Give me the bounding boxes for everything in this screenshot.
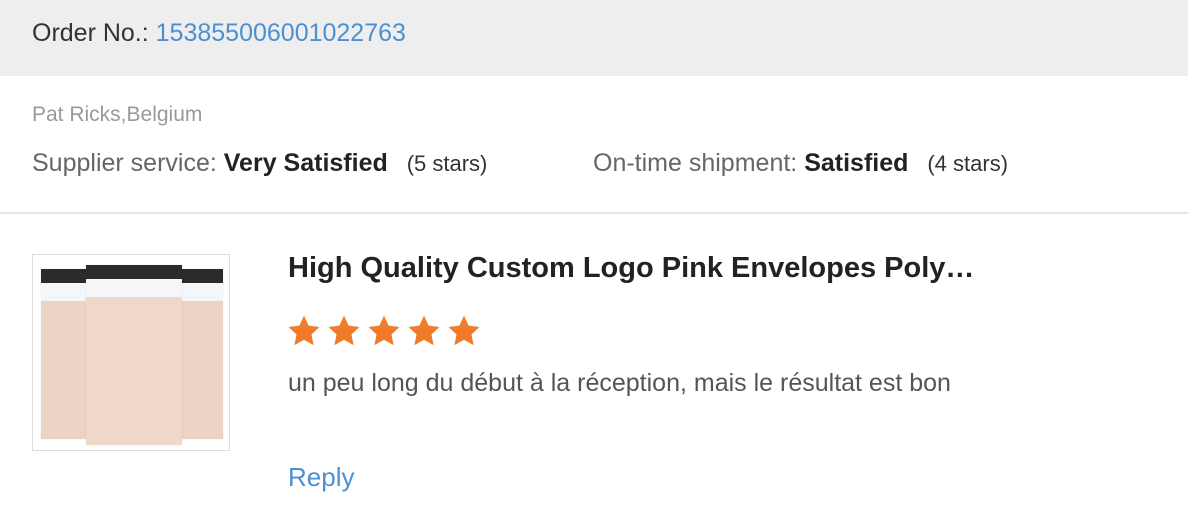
order-label: Order No.: 153855006001022763 <box>32 19 406 48</box>
section-divider <box>0 212 1188 214</box>
on-time-shipment-stars-text: (4 stars) <box>927 151 1009 176</box>
on-time-shipment-rating: On-time shipment: Satisfied (4 stars) <box>593 149 1008 178</box>
on-time-shipment-label: On-time shipment: <box>593 149 798 177</box>
order-number-link[interactable]: 153855006001022763 <box>156 19 406 47</box>
star-icon <box>288 315 320 346</box>
reply-link[interactable]: Reply <box>288 462 354 493</box>
review-star-rating <box>286 313 482 353</box>
star-icon <box>328 315 360 346</box>
star-icon <box>408 315 440 346</box>
buyer-name-country: Pat Ricks,Belgium <box>32 103 203 126</box>
supplier-service-rating: Supplier service: Very Satisfied (5 star… <box>32 149 487 178</box>
order-header: Order No.: 153855006001022763 <box>0 0 1188 76</box>
product-title-link[interactable]: High Quality Custom Logo Pink Envelopes … <box>288 252 988 285</box>
star-icon <box>368 315 400 346</box>
star-icon <box>448 315 480 346</box>
supplier-service-stars-text: (5 stars) <box>406 151 488 176</box>
order-no-label: Order No.: <box>32 19 149 47</box>
envelope-center-shape <box>86 265 182 445</box>
supplier-service-value: Very Satisfied <box>223 149 388 177</box>
product-thumbnail-image[interactable] <box>32 254 230 451</box>
review-comment: un peu long du début à la réception, mai… <box>288 369 951 397</box>
on-time-shipment-value: Satisfied <box>804 149 909 177</box>
supplier-service-label: Supplier service: <box>32 149 217 177</box>
